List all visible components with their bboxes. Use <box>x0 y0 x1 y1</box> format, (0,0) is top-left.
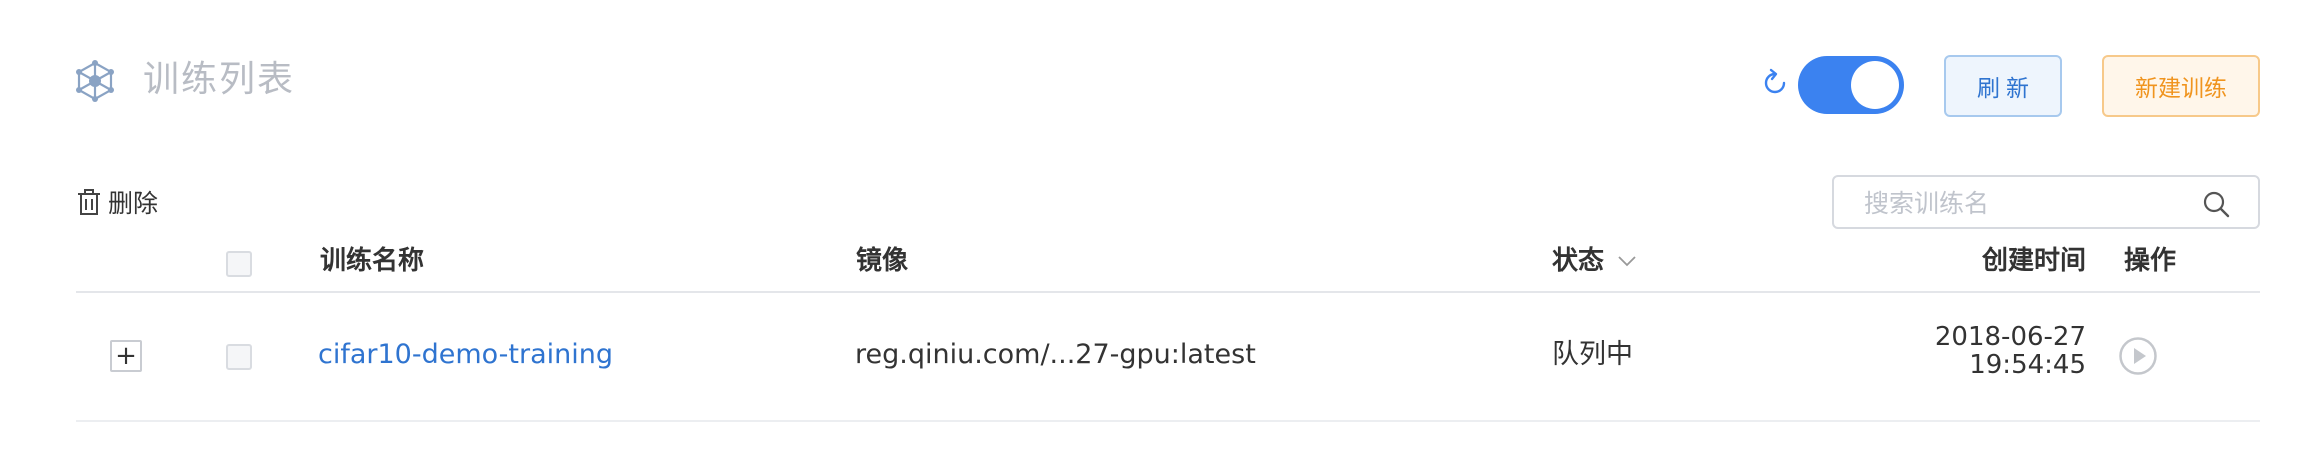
image-cell: reg.qiniu.com/...27-gpu:latest <box>855 339 1256 370</box>
auto-refresh-icon[interactable] <box>1760 68 1790 98</box>
row-divider <box>76 420 2260 422</box>
column-header-status-label: 状态 <box>1552 246 1605 276</box>
chevron-down-icon[interactable] <box>1618 255 1636 267</box>
column-header-created: 创建时间 <box>1981 246 2086 276</box>
created-time: 19:54:45 <box>1969 350 2086 380</box>
toggle-knob <box>1851 61 1899 109</box>
search-icon[interactable] <box>2202 190 2230 218</box>
delete-button[interactable]: 删除 <box>76 186 158 218</box>
training-list-page: 训练列表 刷新 新建训练 删除 训练名称 镜像 状态 <box>0 0 2300 452</box>
expand-row-button[interactable]: + <box>110 340 142 372</box>
column-header-image: 镜像 <box>856 246 909 276</box>
new-training-button[interactable]: 新建训练 <box>2102 55 2260 117</box>
created-cell: 2018-06-27 19:54:45 <box>1870 323 2086 379</box>
training-name-link[interactable]: cifar10-demo-training <box>318 338 613 372</box>
header-divider <box>76 291 2260 293</box>
auto-refresh-toggle[interactable] <box>1798 56 1904 114</box>
created-date: 2018-06-27 <box>1934 322 2086 352</box>
play-icon[interactable] <box>2118 336 2158 376</box>
network-icon <box>76 60 114 102</box>
delete-label: 删除 <box>108 189 159 218</box>
column-header-name: 训练名称 <box>320 246 425 276</box>
search-input[interactable] <box>1862 185 2186 221</box>
search-box <box>1832 175 2260 229</box>
trash-icon <box>78 189 100 215</box>
status-cell: 队列中 <box>1552 339 1633 370</box>
column-header-actions: 操作 <box>2124 246 2177 276</box>
row-checkbox[interactable] <box>226 344 252 370</box>
select-all-checkbox[interactable] <box>226 251 252 277</box>
column-header-status[interactable]: 状态 <box>1552 244 1636 278</box>
refresh-button[interactable]: 刷新 <box>1944 55 2062 117</box>
page-title: 训练列表 <box>143 59 296 100</box>
